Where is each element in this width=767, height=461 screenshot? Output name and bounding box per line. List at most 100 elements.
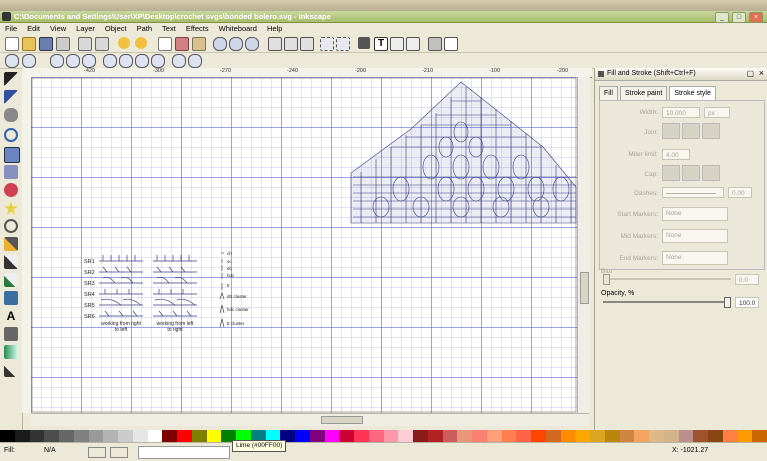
3d-box-tool-icon[interactable] xyxy=(4,165,18,179)
palette-swatch[interactable] xyxy=(383,430,399,442)
palette-swatch[interactable] xyxy=(162,430,177,442)
maximize-button[interactable]: □ xyxy=(732,12,746,23)
opacity-input[interactable]: 100.0 xyxy=(735,297,759,308)
palette-swatch[interactable] xyxy=(427,430,443,442)
palette-swatch[interactable] xyxy=(649,430,664,442)
text-font-icon[interactable]: T xyxy=(374,37,388,51)
import-icon[interactable] xyxy=(78,37,92,51)
palette-swatch[interactable] xyxy=(88,430,104,442)
blur-input[interactable]: 0.0 xyxy=(735,274,759,285)
paste-icon[interactable] xyxy=(192,37,206,51)
zoom-page-icon[interactable] xyxy=(245,37,259,51)
palette-swatch[interactable] xyxy=(354,430,369,442)
opacity-slider[interactable] xyxy=(603,297,731,308)
palette-swatch[interactable] xyxy=(619,430,635,442)
horizontal-scroll-thumb[interactable] xyxy=(321,416,363,424)
menu-effects[interactable]: Effects xyxy=(181,23,214,34)
end-markers-select[interactable]: None xyxy=(662,251,728,265)
palette-swatch[interactable] xyxy=(442,430,458,442)
tab-fill[interactable]: Fill xyxy=(599,86,618,100)
miter-limit-input[interactable]: 4.00 xyxy=(662,149,690,160)
palette-swatch[interactable] xyxy=(191,430,207,442)
palette-swatch[interactable] xyxy=(501,430,517,442)
paint-bucket-tool-icon[interactable] xyxy=(4,291,18,305)
preferences-icon[interactable] xyxy=(428,37,442,51)
menu-layer[interactable]: Layer xyxy=(71,23,100,34)
tweak-tool-icon[interactable] xyxy=(4,108,18,122)
zoom-1-1-icon[interactable] xyxy=(50,54,64,68)
horizontal-scrollbar[interactable] xyxy=(31,413,589,426)
menu-text[interactable]: Text xyxy=(157,23,181,34)
vertical-scroll-thumb[interactable] xyxy=(580,272,589,304)
palette-swatch[interactable] xyxy=(295,430,310,442)
calligraphy-tool-icon[interactable] xyxy=(4,273,18,287)
palette-swatch[interactable] xyxy=(0,430,15,442)
palette-swatch[interactable] xyxy=(663,430,679,442)
pen-tool-icon[interactable] xyxy=(4,255,18,269)
menu-help[interactable]: Help xyxy=(262,23,287,34)
palette-swatch[interactable] xyxy=(457,430,472,442)
palette-swatch[interactable] xyxy=(147,430,163,442)
spiral-tool-icon[interactable] xyxy=(4,219,18,233)
width-input[interactable]: 10.000 xyxy=(662,107,700,118)
menu-path[interactable]: Path xyxy=(132,23,157,34)
text-tool-icon[interactable]: A xyxy=(4,309,18,323)
palette-swatch[interactable] xyxy=(722,430,738,442)
palette-swatch[interactable] xyxy=(545,430,561,442)
duplicate-icon[interactable] xyxy=(268,37,282,51)
zoom-fit-width-icon[interactable] xyxy=(151,54,165,68)
palette-swatch[interactable] xyxy=(531,430,546,442)
panel-float-icon[interactable]: ▢ xyxy=(746,69,754,78)
blur-slider-thumb[interactable] xyxy=(603,274,610,285)
palette-swatch[interactable] xyxy=(486,430,502,442)
stroke-indicator[interactable] xyxy=(88,447,106,458)
palette-swatch[interactable] xyxy=(118,430,133,442)
connector-tool-icon[interactable] xyxy=(4,327,18,341)
zoom-fit-selection-icon[interactable] xyxy=(103,54,117,68)
group-icon[interactable] xyxy=(320,37,334,51)
zoom-fit-page-icon[interactable] xyxy=(135,54,149,68)
menu-whiteboard[interactable]: Whiteboard xyxy=(214,23,262,34)
palette-swatch[interactable] xyxy=(575,430,590,442)
palette-swatch[interactable] xyxy=(634,430,649,442)
opacity-indicator[interactable] xyxy=(110,447,128,458)
width-unit-select[interactable]: px xyxy=(704,107,730,118)
blur-slider[interactable] xyxy=(603,274,731,285)
export-icon[interactable] xyxy=(95,37,109,51)
palette-swatch[interactable] xyxy=(324,430,340,442)
palette-swatch[interactable] xyxy=(177,430,192,442)
copy-icon[interactable] xyxy=(158,37,172,51)
save-icon[interactable] xyxy=(39,37,53,51)
undo-icon[interactable] xyxy=(118,37,130,49)
selector-tool-icon[interactable] xyxy=(4,72,18,86)
align-distribute-icon[interactable] xyxy=(406,37,420,51)
tab-stroke-paint[interactable]: Stroke paint xyxy=(619,86,668,100)
palette-swatch[interactable] xyxy=(752,430,767,442)
clone-icon[interactable] xyxy=(284,37,298,51)
palette-swatch[interactable] xyxy=(309,430,325,442)
palette-swatch[interactable] xyxy=(413,430,428,442)
palette-swatch[interactable] xyxy=(693,430,708,442)
palette-swatch[interactable] xyxy=(560,430,576,442)
drawing-canvas[interactable]: SR1 SR2 SR3 SR4 SR5 SR6 working from rig… xyxy=(31,77,577,413)
close-button[interactable]: × xyxy=(749,12,763,23)
palette-swatch[interactable] xyxy=(206,430,222,442)
palette-swatch[interactable] xyxy=(590,430,605,442)
cap-round-icon[interactable] xyxy=(682,165,700,181)
ellipse-tool-icon[interactable] xyxy=(4,183,18,197)
tab-stroke-style[interactable]: Stroke style xyxy=(669,86,716,100)
zoom-fit-drawing-icon[interactable] xyxy=(119,54,133,68)
menu-view[interactable]: View xyxy=(45,23,71,34)
start-markers-select[interactable]: None xyxy=(662,207,728,221)
layer-selector[interactable] xyxy=(138,446,230,459)
palette-swatch[interactable] xyxy=(29,430,45,442)
minimize-button[interactable]: _ xyxy=(715,12,729,23)
new-document-icon[interactable] xyxy=(5,37,19,51)
pencil-tool-icon[interactable] xyxy=(4,237,18,251)
zoom-in-icon[interactable] xyxy=(5,54,19,68)
palette-swatch[interactable] xyxy=(472,430,487,442)
zoom-1-2-icon[interactable] xyxy=(66,54,80,68)
zoom-selection-icon[interactable] xyxy=(213,37,227,51)
join-bevel-icon[interactable] xyxy=(702,123,720,139)
fill-stroke-icon[interactable] xyxy=(358,37,370,49)
